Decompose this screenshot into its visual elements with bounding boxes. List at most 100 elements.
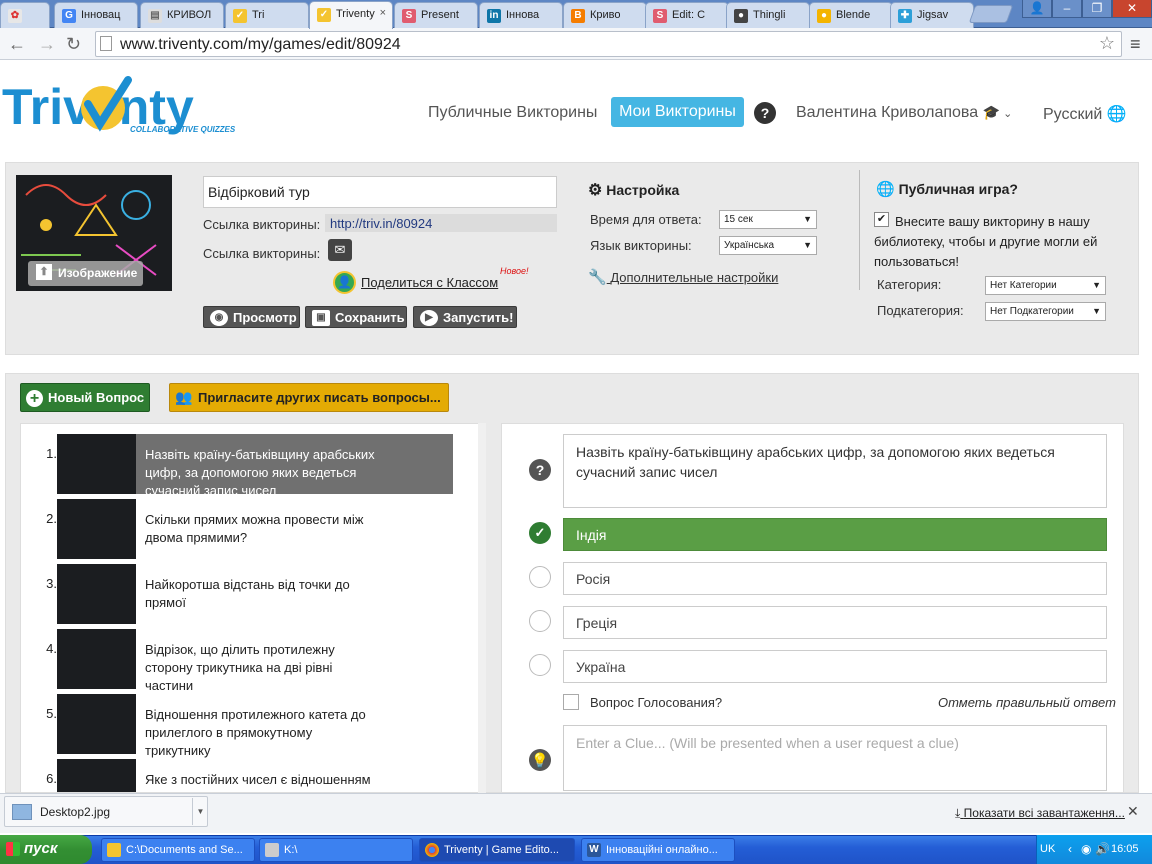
- answer-2-input[interactable]: Росія: [563, 562, 1107, 595]
- question-list-item[interactable]: 6. Яке з постійних чисел є відношенням: [21, 759, 461, 792]
- nav-public-quizzes[interactable]: Публичные Викторины: [428, 104, 597, 122]
- clue-input[interactable]: Enter a Clue... (Will be presented when …: [563, 725, 1107, 791]
- public-game-heading: 🌐 Публичная игра?: [876, 181, 1018, 198]
- save-button[interactable]: ▣ Сохранить: [305, 306, 407, 328]
- forward-icon[interactable]: →: [38, 34, 56, 55]
- question-list-item[interactable]: 3. Найкоротша відстань від точки до прямо…: [21, 564, 461, 626]
- taskbar-item-drive[interactable]: K:\: [259, 838, 413, 862]
- poll-question-checkbox[interactable]: [563, 694, 579, 710]
- language-menu[interactable]: Русский 🌐: [1043, 104, 1127, 124]
- quiz-link[interactable]: http://triv.in/80924: [330, 216, 432, 231]
- taskbar-item-explorer[interactable]: C:\Documents and Se...: [101, 838, 255, 862]
- browser-tab[interactable]: S Present: [394, 2, 478, 28]
- answer-2-radio[interactable]: [529, 566, 551, 588]
- email-icon[interactable]: ✉: [328, 239, 352, 261]
- share-classroom-link[interactable]: Поделиться с Классом: [361, 275, 498, 290]
- new-question-button[interactable]: + Новый Вопрос: [20, 383, 150, 412]
- advanced-settings-link[interactable]: 🔧 Дополнительные настройки: [588, 268, 778, 286]
- google-classroom-icon[interactable]: 👤: [333, 271, 356, 294]
- tray-arrow-icon[interactable]: ‹: [1068, 842, 1072, 856]
- browser-tab-active[interactable]: ✓ Triventy ×: [309, 1, 393, 29]
- public-game-description: Внесите вашу викторину в нашу библиотеку…: [874, 214, 1098, 269]
- keyboard-language[interactable]: UK: [1040, 843, 1055, 855]
- blendspace-icon: ●: [817, 9, 831, 23]
- download-icon: ⤓: [955, 806, 961, 820]
- chrome-icon: [425, 843, 439, 857]
- chevron-down-icon: ⌄: [1000, 108, 1013, 120]
- browser-tab[interactable]: ✿: [0, 2, 50, 28]
- menu-icon[interactable]: ≡: [1130, 34, 1141, 55]
- folder-icon: [107, 843, 121, 857]
- download-options-icon[interactable]: ▼: [192, 798, 208, 825]
- answer-3-input[interactable]: Греція: [563, 606, 1107, 639]
- close-download-bar-icon[interactable]: ✕: [1127, 803, 1139, 820]
- triventy-logo[interactable]: Triventy COLLABORATIVE QUIZZES: [0, 74, 262, 138]
- dropdown-arrow-icon: ▼: [803, 240, 812, 250]
- user-menu[interactable]: Валентина Криволапова 🎓 ⌄: [796, 104, 1012, 122]
- show-all-downloads-link[interactable]: ⤓ Показати всі завантаження...: [955, 806, 1125, 821]
- upload-image-button[interactable]: ⬆ Изображение: [28, 261, 143, 286]
- reload-icon[interactable]: ↻: [66, 34, 81, 55]
- public-game-checkbox[interactable]: ✔: [874, 212, 889, 227]
- taskbar-item-word[interactable]: W Інноваційні онлайно...: [581, 838, 735, 862]
- browser-tab[interactable]: B Криво: [563, 2, 647, 28]
- preview-button[interactable]: ◉ Просмотр: [203, 306, 300, 328]
- window-close-icon[interactable]: ✕: [1112, 0, 1152, 18]
- category-select[interactable]: Нет Категории ▼: [985, 276, 1106, 295]
- answer-4-input[interactable]: Україна: [563, 650, 1107, 683]
- graduation-cap-icon: 🎓: [982, 104, 1001, 120]
- gear-icon: ⚙: [588, 182, 603, 199]
- apps-icon: ✿: [8, 9, 22, 23]
- question-list-item[interactable]: 5. Відношення протилежного катета до прил…: [21, 694, 461, 758]
- close-icon[interactable]: ×: [380, 7, 386, 19]
- nav-my-quizzes[interactable]: Мои Викторины: [611, 97, 744, 127]
- question-list-scrollbar[interactable]: [478, 423, 486, 793]
- browser-tab[interactable]: S Edit: C: [645, 2, 729, 28]
- question-list-item[interactable]: 2. Скільки прямих можна провести між двом…: [21, 499, 461, 561]
- browser-tab[interactable]: in Іннова: [479, 2, 563, 28]
- browser-tab[interactable]: ▤ КРИВОЛ: [140, 2, 224, 28]
- quiz-image[interactable]: ⬆ Изображение: [16, 175, 172, 291]
- globe-icon: 🌐: [876, 181, 895, 198]
- address-bar[interactable]: www.triventy.com/my/games/edit/80924 ☆: [95, 31, 1122, 57]
- answer-1-radio-checked-icon[interactable]: ✓: [529, 522, 551, 544]
- answer-1-input[interactable]: Індія: [563, 518, 1107, 551]
- minimize-icon[interactable]: –: [1052, 0, 1082, 18]
- browser-tab[interactable]: ● Blende: [809, 2, 893, 28]
- answer-3-radio[interactable]: [529, 610, 551, 632]
- browser-tab[interactable]: ✓ Tri: [225, 2, 309, 28]
- settings-divider: [859, 170, 860, 290]
- floppy-disk-icon: ▣: [312, 310, 330, 326]
- mark-correct-hint: Отметь правильный ответ: [938, 695, 1116, 710]
- question-text-input[interactable]: Назвіть країну-батьківщину арабських циф…: [563, 434, 1107, 508]
- quiz-language-label: Язык викторины:: [590, 238, 692, 253]
- browser-toolbar: ← → ↻ www.triventy.com/my/games/edit/809…: [0, 28, 1152, 60]
- restore-icon[interactable]: ❐: [1082, 0, 1112, 18]
- question-list-item[interactable]: 1. Назвіть країну-батьківщину арабських ц…: [21, 434, 461, 498]
- question-thumbnail: [57, 499, 136, 559]
- tray-app-icon[interactable]: ◉: [1081, 842, 1091, 856]
- help-icon[interactable]: ?: [754, 102, 776, 124]
- eye-icon: ◉: [210, 310, 228, 326]
- bookmark-star-icon[interactable]: ☆: [1099, 33, 1115, 54]
- taskbar-item-chrome[interactable]: Triventy | Game Edito...: [419, 838, 575, 862]
- back-icon[interactable]: ←: [8, 34, 26, 55]
- browser-tab[interactable]: G Інновац: [54, 2, 138, 28]
- invite-collaborators-button[interactable]: 👥 Пригласите других писать вопросы...: [169, 383, 449, 412]
- question-list-item[interactable]: 4. Відрізок, що ділить протилежну сторону…: [21, 629, 461, 693]
- new-tab-button[interactable]: [968, 5, 1014, 23]
- subcategory-select[interactable]: Нет Подкатегории ▼: [985, 302, 1106, 321]
- people-icon: 👥: [175, 389, 193, 405]
- quiz-title-input[interactable]: Відбірковий тур: [203, 176, 557, 208]
- browser-tab[interactable]: ● Thingli: [726, 2, 810, 28]
- answer-4-radio[interactable]: [529, 654, 551, 676]
- volume-icon[interactable]: 🔊: [1095, 842, 1110, 856]
- answer-time-select[interactable]: 15 сек ▼: [719, 210, 817, 229]
- question-list: 1. Назвіть країну-батьківщину арабських ц…: [20, 423, 485, 793]
- browser-tab[interactable]: ✚ Jigsav: [890, 2, 974, 28]
- start-button[interactable]: пуск: [0, 835, 92, 864]
- launch-button[interactable]: ▶ Запустить!: [413, 306, 517, 328]
- quiz-language-select[interactable]: Українська ▼: [719, 236, 817, 255]
- user-icon[interactable]: 👤: [1022, 0, 1052, 18]
- quiz-link-label-2: Ссылка викторины:: [203, 246, 321, 261]
